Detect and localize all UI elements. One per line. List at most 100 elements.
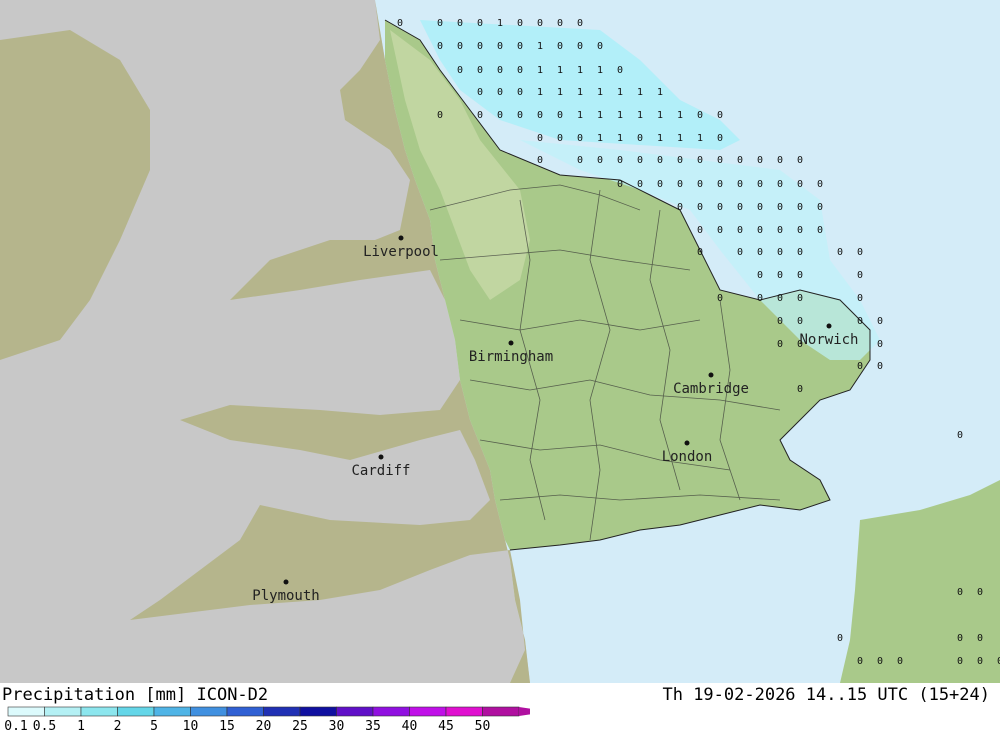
precip-value: 0 bbox=[597, 155, 603, 166]
precip-value: 0 bbox=[497, 110, 503, 121]
city-label: Plymouth bbox=[252, 588, 319, 604]
precip-value: 1 bbox=[597, 87, 603, 98]
precip-value: 0 bbox=[717, 155, 723, 166]
map-title: Precipitation [mm] ICON-D2 bbox=[2, 685, 268, 705]
precip-value: 0 bbox=[857, 270, 863, 281]
legend-tick-label: 0.5 bbox=[33, 719, 56, 733]
precip-value: 0 bbox=[497, 65, 503, 76]
precip-value: 0 bbox=[577, 133, 583, 144]
precip-value: 0 bbox=[477, 41, 483, 52]
precip-value: 0 bbox=[737, 225, 743, 236]
precip-value: 0 bbox=[777, 202, 783, 213]
precip-value: 0 bbox=[557, 18, 563, 29]
precip-value: 0 bbox=[717, 110, 723, 121]
city-label: Cambridge bbox=[673, 381, 749, 397]
precip-value: 0 bbox=[677, 155, 683, 166]
precip-value: 0 bbox=[957, 430, 963, 441]
precip-value: 0 bbox=[877, 361, 883, 372]
city-dot bbox=[684, 440, 690, 446]
precip-value: 1 bbox=[577, 65, 583, 76]
precip-value: 0 bbox=[557, 41, 563, 52]
legend-swatch bbox=[372, 706, 410, 717]
precip-value: 0 bbox=[977, 656, 983, 667]
precip-value: 0 bbox=[697, 179, 703, 190]
precip-value: 0 bbox=[737, 155, 743, 166]
precip-value: 1 bbox=[597, 110, 603, 121]
precip-value: 0 bbox=[617, 65, 623, 76]
precip-value: 1 bbox=[617, 110, 623, 121]
legend-swatch bbox=[190, 706, 228, 717]
precip-value: 0 bbox=[877, 316, 883, 327]
city-label: Liverpool bbox=[363, 244, 439, 260]
precip-value: 0 bbox=[577, 155, 583, 166]
precip-value: 0 bbox=[497, 87, 503, 98]
precip-value: 1 bbox=[697, 133, 703, 144]
precip-value: 0 bbox=[857, 316, 863, 327]
precip-value: 0 bbox=[437, 18, 443, 29]
precip-value: 0 bbox=[457, 18, 463, 29]
precip-value: 0 bbox=[677, 202, 683, 213]
precip-value: 1 bbox=[637, 110, 643, 121]
legend-swatch bbox=[336, 706, 374, 717]
precip-value: 1 bbox=[597, 65, 603, 76]
legend-tick-label: 1 bbox=[77, 719, 85, 733]
precip-value: 1 bbox=[557, 65, 563, 76]
precip-value: 0 bbox=[977, 633, 983, 644]
precip-value: 0 bbox=[697, 225, 703, 236]
legend-swatch bbox=[117, 706, 155, 717]
model-label: ICON-D2 bbox=[196, 685, 269, 705]
precip-value: 0 bbox=[697, 202, 703, 213]
legend-tick-label: 45 bbox=[438, 719, 454, 733]
precip-value: 0 bbox=[637, 179, 643, 190]
precip-value: 0 bbox=[857, 361, 863, 372]
legend-swatch bbox=[299, 706, 337, 717]
precipitation-map[interactable]: 0 0 0 0 1 0 0 0 0 0 0 0 0 0 1 0 0 0 0 0 0 0 1 1 1 1 0 0 0 0 1 1 1 1 1 1 1 0 0 0… bbox=[0, 0, 1000, 683]
precip-value: 0 bbox=[757, 179, 763, 190]
precip-value: 0 bbox=[837, 633, 843, 644]
precip-value: 0 bbox=[717, 179, 723, 190]
precip-value: 0 bbox=[477, 65, 483, 76]
legend-swatch bbox=[153, 706, 191, 717]
precip-value: 0 bbox=[537, 155, 543, 166]
precip-value: 0 bbox=[737, 202, 743, 213]
precip-value: 0 bbox=[797, 270, 803, 281]
precip-value: 0 bbox=[777, 155, 783, 166]
precip-value: 0 bbox=[757, 247, 763, 258]
precip-value: 1 bbox=[537, 87, 543, 98]
city-label: Birmingham bbox=[469, 349, 553, 365]
legend-swatch bbox=[80, 706, 118, 717]
precip-value: 0 bbox=[777, 179, 783, 190]
precip-value: 0 bbox=[797, 247, 803, 258]
precip-value: 0 bbox=[517, 110, 523, 121]
precip-value: 0 bbox=[557, 133, 563, 144]
precip-value: 0 bbox=[797, 316, 803, 327]
precip-value: 0 bbox=[577, 41, 583, 52]
precip-value: 0 bbox=[517, 65, 523, 76]
legend-swatch bbox=[44, 706, 82, 717]
precip-value: 0 bbox=[777, 247, 783, 258]
precip-value: 0 bbox=[537, 133, 543, 144]
precip-value: 0 bbox=[537, 18, 543, 29]
precip-value: 0 bbox=[717, 133, 723, 144]
precip-value: 0 bbox=[717, 225, 723, 236]
precip-value: 0 bbox=[797, 202, 803, 213]
precip-value: 0 bbox=[817, 225, 823, 236]
precip-value: 0 bbox=[597, 41, 603, 52]
precip-value: 1 bbox=[677, 110, 683, 121]
legend-tick-label: 5 bbox=[150, 719, 158, 733]
precip-value: 0 bbox=[477, 110, 483, 121]
precip-value: 0 bbox=[797, 155, 803, 166]
precip-value: 0 bbox=[797, 384, 803, 395]
precip-value: 1 bbox=[657, 133, 663, 144]
legend-tick-label: 15 bbox=[219, 719, 235, 733]
precip-value: 0 bbox=[717, 293, 723, 304]
precip-value: 0 bbox=[617, 155, 623, 166]
legend-arrow bbox=[519, 707, 530, 716]
precip-value: 0 bbox=[977, 587, 983, 598]
precip-value: 0 bbox=[877, 339, 883, 350]
map-footer: Precipitation [mm] ICON-D2 Th 19-02-2026… bbox=[0, 683, 1000, 733]
precip-value: 1 bbox=[557, 87, 563, 98]
precip-value: 0 bbox=[697, 247, 703, 258]
precip-value: 0 bbox=[777, 270, 783, 281]
precip-value: 0 bbox=[577, 18, 583, 29]
